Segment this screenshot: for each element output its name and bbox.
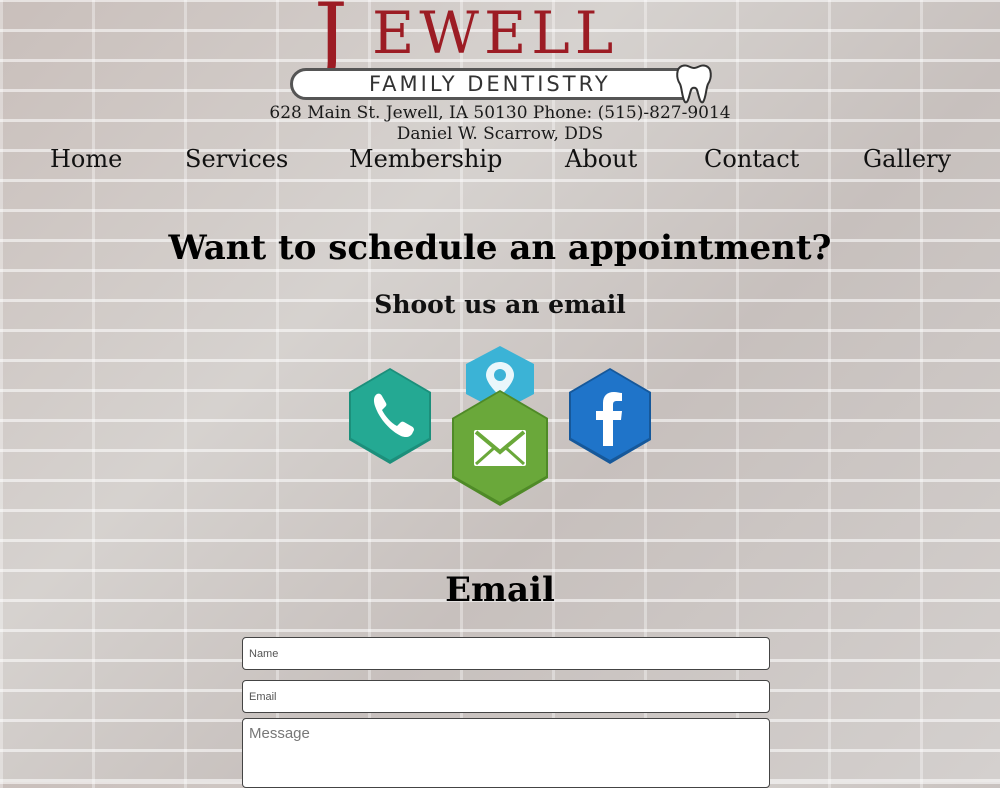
page: J EWELL FAMILY DENTISTRY 628 Main St. Je… (0, 0, 1000, 788)
appointment-headline: Want to schedule an appointment? (168, 228, 832, 268)
nav-item-services[interactable]: Services (185, 144, 288, 174)
nav-item-home[interactable]: Home (50, 144, 122, 174)
phone-icon[interactable] (347, 366, 433, 466)
email-subheadline: Shoot us an email (374, 290, 626, 319)
facebook-icon[interactable] (567, 366, 653, 466)
practice-info: 628 Main St. Jewell, IA 50130 Phone: (51… (0, 103, 1000, 145)
logo-wordmark: EWELL (372, 0, 619, 67)
nav-item-about[interactable]: About (565, 144, 637, 174)
envelope-icon[interactable] (450, 388, 550, 508)
email-field[interactable] (242, 680, 770, 713)
address-line: 628 Main St. Jewell, IA 50130 Phone: (51… (269, 103, 731, 123)
nav-item-gallery[interactable]: Gallery (863, 144, 951, 174)
message-field[interactable] (242, 718, 770, 788)
tooth-icon (676, 64, 712, 104)
logo-subtitle-bar: FAMILY DENTISTRY (290, 68, 690, 100)
nav-item-contact[interactable]: Contact (704, 144, 799, 174)
main-nav: Home Services Membership About Contact G… (0, 144, 1000, 176)
nav-item-membership[interactable]: Membership (349, 144, 502, 174)
logo-subtitle: FAMILY DENTISTRY (369, 71, 611, 96)
doctor-line: Daniel W. Scarrow, DDS (396, 124, 604, 144)
email-form-title: Email (445, 570, 555, 610)
name-field[interactable] (242, 637, 770, 670)
logo[interactable]: J EWELL FAMILY DENTISTRY (286, 0, 714, 104)
logo-initial: J (314, 0, 348, 83)
